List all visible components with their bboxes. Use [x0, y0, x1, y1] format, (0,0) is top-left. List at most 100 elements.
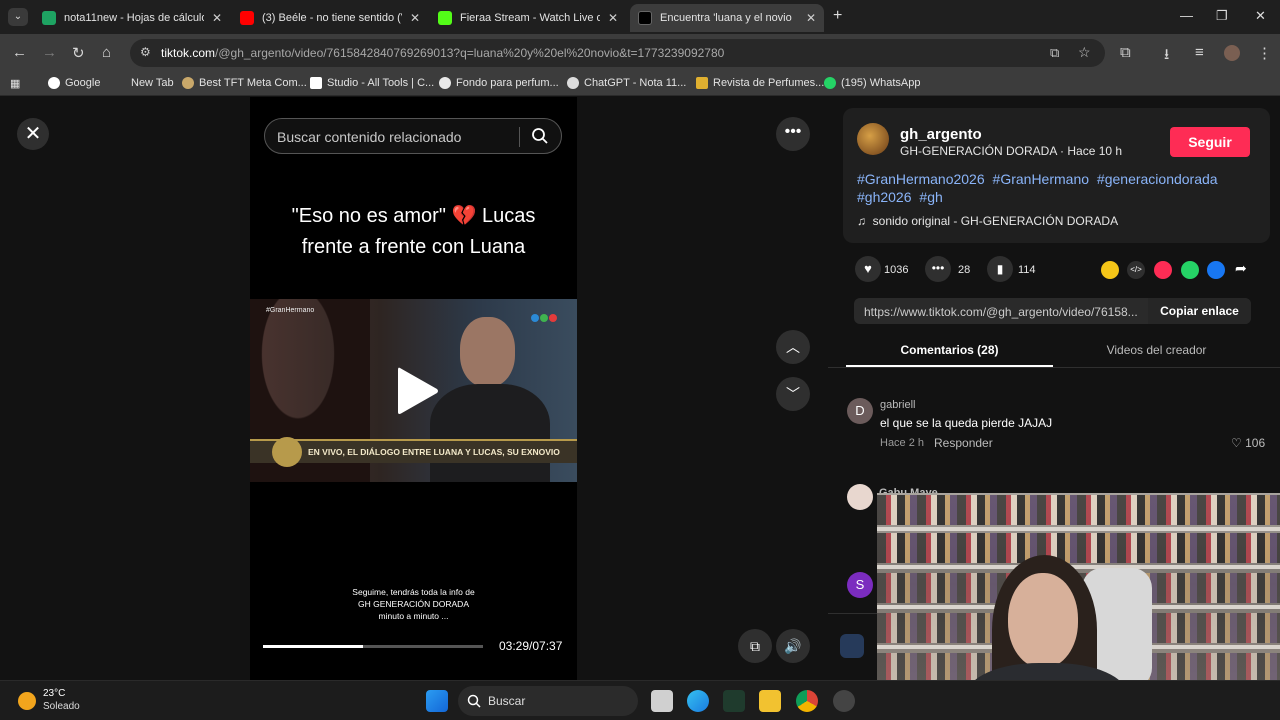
site-info-icon[interactable]: ⚙ — [140, 45, 151, 59]
play-icon[interactable] — [396, 365, 440, 417]
facebook-share-icon[interactable] — [1207, 261, 1225, 279]
home-icon[interactable]: ⌂ — [102, 44, 111, 61]
video-link-url[interactable]: https://www.tiktok.com/@gh_argento/video… — [864, 305, 1144, 319]
app-icon[interactable] — [723, 690, 745, 712]
browser-tab-title: Encuentra 'luana y el novio — [660, 12, 792, 24]
sound-link[interactable]: ♫ sonido original - GH-GENERACIÓN DORADA — [857, 214, 1118, 228]
browser-toolbar: ← → ↻ ⌂ ⚙ tiktok.com/@gh_argento/video/7… — [0, 34, 1280, 72]
back-arrow-icon[interactable]: ← — [12, 44, 27, 61]
browser-tab-youtube[interactable]: (3) Beéle - no tiene sentido (Vid ✕ — [232, 4, 428, 32]
creator-avatar[interactable] — [857, 123, 889, 155]
search-icon[interactable] — [531, 127, 549, 145]
share-arrow-icon[interactable]: ➦ — [1235, 260, 1247, 277]
tab-comments[interactable]: Comentarios (28) — [846, 343, 1053, 367]
repost-icon[interactable] — [1101, 261, 1119, 279]
comment-avatar[interactable]: S — [847, 572, 873, 598]
tab-creator-videos[interactable]: Videos del creador — [1053, 343, 1260, 367]
bookmark-whatsapp[interactable]: (195) WhatsApp — [824, 77, 920, 89]
profile-avatar[interactable] — [1224, 45, 1240, 61]
minimize-icon[interactable]: — — [1180, 8, 1193, 23]
creator-username[interactable]: gh_argento — [900, 126, 982, 143]
chrome-taskbar-icon[interactable] — [796, 690, 818, 712]
taskbar-search[interactable]: Buscar — [458, 686, 638, 716]
close-tab-icon[interactable]: ✕ — [608, 11, 618, 25]
hashtag-link[interactable]: #gh — [919, 189, 942, 205]
reload-icon[interactable]: ↻ — [72, 44, 85, 62]
comment-avatar[interactable]: D — [847, 398, 873, 424]
edge-icon[interactable] — [687, 690, 709, 712]
whatsapp-share-icon[interactable] — [1181, 261, 1199, 279]
bookmark-chatgpt[interactable]: ChatGPT - Nota 11... — [567, 77, 686, 89]
task-view-icon[interactable] — [651, 690, 673, 712]
bookmark-fondo[interactable]: Fondo para perfum... — [439, 77, 559, 89]
embed-code-icon[interactable]: </> — [1127, 261, 1145, 279]
window-close-icon[interactable]: ✕ — [1255, 8, 1266, 24]
comment-username[interactable]: gabriell — [880, 399, 915, 411]
copy-link-button[interactable]: Copiar enlace — [1148, 298, 1251, 324]
video-progress-bar[interactable] — [263, 645, 483, 648]
weather-sun-icon[interactable] — [18, 692, 36, 710]
close-tab-icon[interactable]: ✕ — [806, 11, 816, 25]
hashtag-link[interactable]: #gh2026 — [857, 189, 912, 205]
install-app-icon[interactable]: ⧉ — [1050, 45, 1059, 61]
video-overlay-text: Seguime, tendrás toda la info de GH GENE… — [340, 586, 487, 622]
browser-tab-sheets[interactable]: nota11new - Hojas de cálculo d ✕ — [34, 4, 230, 32]
tab-search-chevron-icon[interactable]: ⌄ — [8, 8, 28, 26]
reply-button[interactable]: Responder — [934, 436, 993, 450]
hashtag-link[interactable]: #generaciondorada — [1097, 171, 1218, 187]
video-player[interactable]: Buscar contenido relacionado "Eso no es … — [250, 97, 577, 680]
bookmark-label: Revista de Perfumes... — [713, 77, 825, 89]
google-icon — [48, 77, 60, 89]
comment-bubble-icon[interactable]: ••• — [925, 256, 951, 282]
lower-third-text: EN VIVO, EL DIÁLOGO ENTRE LUANA Y LUCAS,… — [308, 447, 560, 457]
bookmark-studio[interactable]: Studio - All Tools | C... — [310, 77, 434, 89]
next-video-chevron-down-icon[interactable]: ﹀ — [776, 377, 810, 411]
telefe-logo-icon — [530, 309, 557, 327]
apps-grid-icon[interactable]: ▦ — [10, 77, 20, 90]
follow-button[interactable]: Seguir — [1170, 127, 1250, 157]
windows-start-icon[interactable] — [426, 690, 448, 712]
volume-icon[interactable]: 🔊 — [776, 629, 810, 663]
extension-widget-icon[interactable] — [840, 634, 864, 658]
more-options-icon[interactable]: ••• — [776, 117, 810, 151]
app-taskbar-icon[interactable] — [833, 690, 855, 712]
browser-tab-tiktok[interactable]: Encuentra 'luana y el novio ✕ — [630, 4, 824, 32]
comment-avatar[interactable] — [847, 484, 873, 510]
bookmark-new-tab[interactable]: New Tab — [131, 77, 174, 89]
chrome-menu-icon[interactable]: ⋮ — [1257, 44, 1272, 62]
extensions-icon[interactable]: ⧉ — [1120, 44, 1131, 61]
send-to-friends-icon[interactable] — [1154, 261, 1172, 279]
maximize-icon[interactable]: ❐ — [1216, 8, 1228, 24]
close-tab-icon[interactable]: ✕ — [212, 11, 222, 25]
file-explorer-icon[interactable] — [759, 690, 781, 712]
related-search-input[interactable]: Buscar contenido relacionado — [264, 118, 562, 154]
download-icon[interactable]: ⭳ — [1164, 44, 1169, 69]
url-path: /@gh_argento/video/7615842840769269013?q… — [215, 46, 725, 60]
media-control-icon[interactable]: ≡ — [1195, 44, 1204, 61]
video-frame[interactable]: #GranHermano EN VIVO, EL DIÁLOGO ENTRE L… — [250, 299, 577, 482]
bookmark-revista[interactable]: Revista de Perfumes... — [696, 77, 824, 89]
like-heart-icon[interactable]: ♥ — [855, 256, 881, 282]
url-domain: tiktok.com — [161, 46, 216, 60]
previous-video-chevron-up-icon[interactable]: ︿ — [776, 330, 810, 364]
bookmark-save-icon[interactable]: ▮ — [987, 256, 1013, 282]
browser-tab-strip: ⌄ nota11new - Hojas de cálculo d ✕ (3) B… — [0, 0, 1280, 34]
sheets-icon — [42, 11, 56, 25]
hashtag-link[interactable]: #GranHermano — [993, 171, 1090, 187]
url-text: tiktok.com/@gh_argento/video/76158428407… — [161, 46, 724, 60]
comment-like-count: 106 — [1245, 436, 1266, 450]
hashtag-link[interactable]: #GranHermano2026 — [857, 171, 985, 187]
bookmark-tft[interactable]: Best TFT Meta Com... — [182, 77, 307, 89]
address-bar[interactable]: ⚙ tiktok.com/@gh_argento/video/761584284… — [130, 39, 1105, 67]
comment-like[interactable]: ♡ 106 — [1231, 436, 1265, 450]
close-tab-icon[interactable]: ✕ — [410, 11, 420, 25]
bookmark-star-icon[interactable]: ☆ — [1078, 44, 1091, 61]
studio-icon — [310, 77, 322, 89]
browser-tab-kick[interactable]: Fieraa Stream - Watch Live on K ✕ — [430, 4, 626, 32]
new-tab-plus-icon[interactable]: + — [833, 7, 842, 25]
windows-taskbar: 23°C Soleado Buscar — [0, 680, 1280, 720]
forward-arrow-icon[interactable]: → — [42, 44, 57, 61]
bookmark-google[interactable]: Google — [48, 77, 100, 89]
floating-player-icon[interactable]: ⧉ — [738, 629, 772, 663]
close-video-button[interactable]: ✕ — [17, 118, 49, 150]
